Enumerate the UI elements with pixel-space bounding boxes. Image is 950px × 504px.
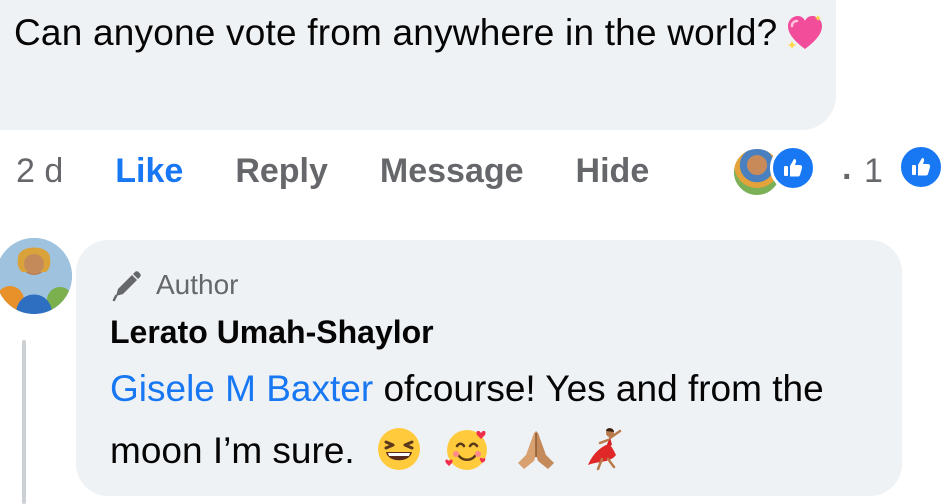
like-button[interactable]: Like — [115, 152, 183, 191]
comment-thread: Can anyone vote from anywhere in the wor… — [0, 0, 950, 504]
reply-button[interactable]: Reply — [235, 152, 328, 191]
author-label: Author — [156, 269, 239, 300]
reaction-separator: · — [842, 158, 854, 196]
comment-text-wrapper: Can anyone vote from anywhere in the wor… — [14, 2, 834, 64]
pen-icon — [112, 271, 141, 302]
reply-author-name[interactable]: Lerato Umah-Shaylor — [110, 314, 434, 351]
grinning-squinting-face-icon — [377, 428, 420, 470]
comment-text: Can anyone vote from anywhere in the wor… — [14, 12, 778, 53]
reaction-count[interactable]: 1 — [864, 146, 883, 196]
reply-bubble: Author Lerato Umah-Shaylor Gisele M Baxt… — [76, 240, 902, 496]
like-count-icon[interactable] — [898, 144, 944, 190]
comment-timestamp[interactable]: 2 d — [16, 152, 63, 191]
sparkling-heart-icon — [787, 15, 823, 49]
mention-link[interactable]: Gisele M Baxter — [110, 368, 373, 409]
reply-text-wrapper: Gisele M Baxter ofcourse! Yes and from t… — [110, 358, 890, 482]
hide-button[interactable]: Hide — [576, 152, 650, 191]
avatar[interactable] — [0, 238, 72, 314]
thread-connector — [22, 340, 26, 504]
author-badge: Author — [110, 268, 239, 302]
woman-dancing-icon — [587, 428, 622, 471]
like-reaction-icon[interactable] — [770, 145, 816, 191]
folded-hands-icon — [517, 431, 554, 469]
comment-actions: 2 d Like Reply Message Hide — [16, 146, 659, 196]
smiling-face-with-hearts-icon — [445, 430, 488, 470]
message-button[interactable]: Message — [380, 152, 524, 191]
